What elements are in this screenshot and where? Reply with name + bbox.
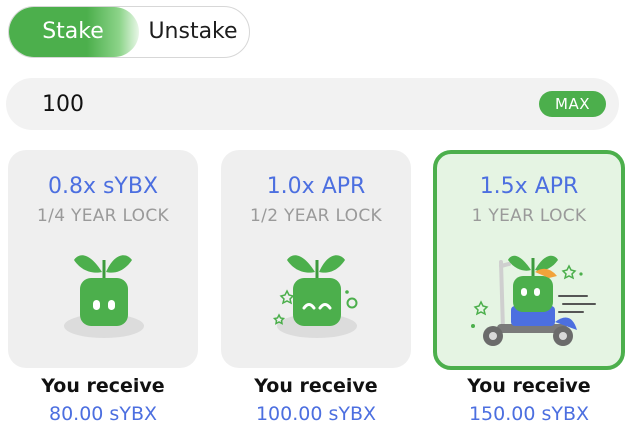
stake-tab[interactable]: Stake xyxy=(9,7,137,57)
receive-label: You receive xyxy=(467,375,591,397)
sprout-mascot-icon xyxy=(64,255,144,338)
amount-field: MAX xyxy=(6,78,619,130)
lock-option-quarter-year[interactable]: 0.8x sYBX 1/4 YEAR LOCK xyxy=(8,150,198,368)
amount-input[interactable] xyxy=(42,78,522,130)
sprout-mascot-scooter-icon xyxy=(471,255,596,346)
unstake-tab[interactable]: Unstake xyxy=(137,7,249,57)
lock-option-one-year[interactable]: 1.5x APR 1 YEAR LOCK xyxy=(433,150,625,370)
stake-unstake-toggle[interactable]: Stake Unstake xyxy=(8,6,250,58)
receive-label: You receive xyxy=(254,375,378,397)
receive-amount: 150.00 sYBX xyxy=(468,403,590,425)
receive-amount: 80.00 sYBX xyxy=(49,403,157,425)
receive-label: You receive xyxy=(41,375,165,397)
sprout-mascot-sparkles-icon xyxy=(272,255,358,338)
max-button[interactable]: MAX xyxy=(539,91,606,117)
lock-option-half-year[interactable]: 1.0x APR 1/2 YEAR LOCK xyxy=(221,150,411,368)
receive-amount: 100.00 sYBX xyxy=(255,403,377,425)
